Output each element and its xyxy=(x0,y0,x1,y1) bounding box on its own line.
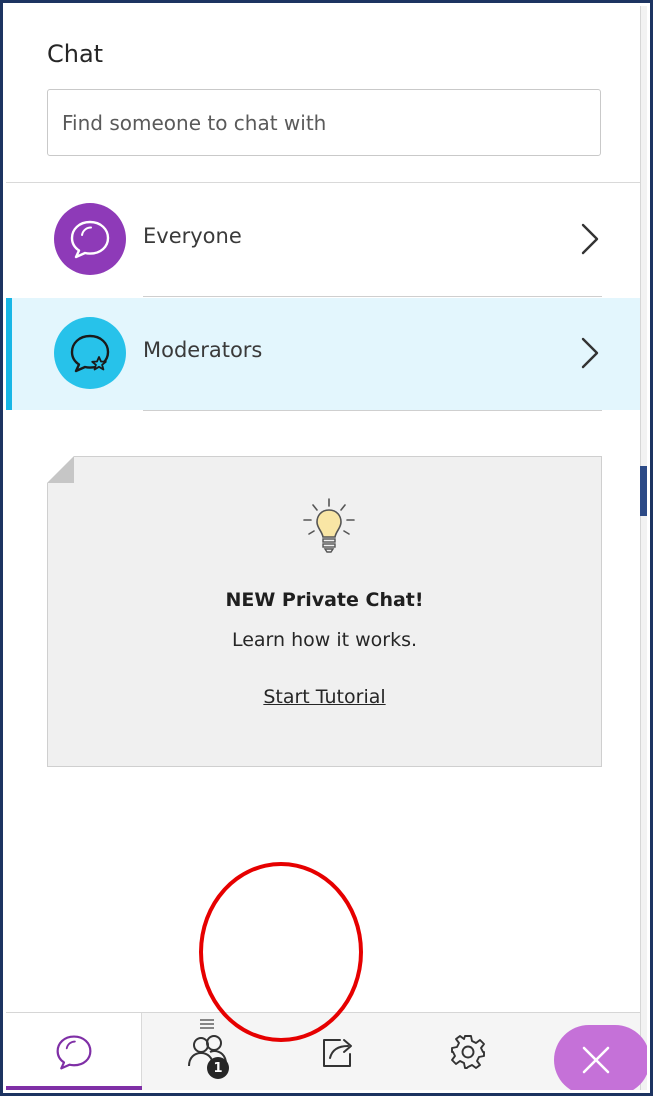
bottom-navigation: 1 xyxy=(6,1012,647,1090)
chat-bubble-icon xyxy=(56,1035,91,1070)
tab-attendees[interactable]: 1 xyxy=(143,1013,273,1090)
panel-title: Chat xyxy=(47,40,104,68)
channel-label: Everyone xyxy=(143,224,242,248)
row-divider xyxy=(143,296,602,297)
chevron-right-icon xyxy=(581,223,599,255)
close-panel-button[interactable] xyxy=(554,1025,647,1090)
close-icon xyxy=(582,1046,610,1074)
moderator-chat-icon xyxy=(54,317,126,389)
chat-bubble-icon xyxy=(54,203,126,275)
chat-panel: Chat Everyone Moderators xyxy=(6,6,647,1090)
channel-row-moderators[interactable]: Moderators xyxy=(6,298,640,410)
tab-share-content[interactable] xyxy=(273,1013,403,1090)
card-title: NEW Private Chat! xyxy=(225,589,424,611)
menu-icon xyxy=(200,1019,214,1029)
selected-indicator xyxy=(6,298,12,410)
lightbulb-icon xyxy=(303,498,355,553)
row-divider xyxy=(143,410,602,411)
tutorial-card: NEW Private Chat! Learn how it works. St… xyxy=(47,456,602,767)
share-icon xyxy=(323,1039,352,1067)
tab-settings[interactable] xyxy=(403,1013,533,1090)
panel-edge xyxy=(640,6,647,1090)
card-corner-fold xyxy=(47,456,74,483)
tab-chat[interactable] xyxy=(6,1013,142,1090)
divider xyxy=(6,182,640,183)
gear-icon xyxy=(451,1035,485,1069)
active-tab-indicator xyxy=(6,1086,142,1090)
chat-search-input[interactable] xyxy=(47,89,601,156)
card-subtitle: Learn how it works. xyxy=(231,629,418,651)
chevron-right-icon xyxy=(581,337,599,369)
channel-row-everyone[interactable]: Everyone xyxy=(6,184,640,296)
channel-label: Moderators xyxy=(143,338,263,362)
panel-collapse-handle[interactable] xyxy=(640,466,647,516)
attendee-count-badge: 1 xyxy=(207,1057,229,1079)
start-tutorial-link[interactable]: Start Tutorial xyxy=(48,686,601,708)
